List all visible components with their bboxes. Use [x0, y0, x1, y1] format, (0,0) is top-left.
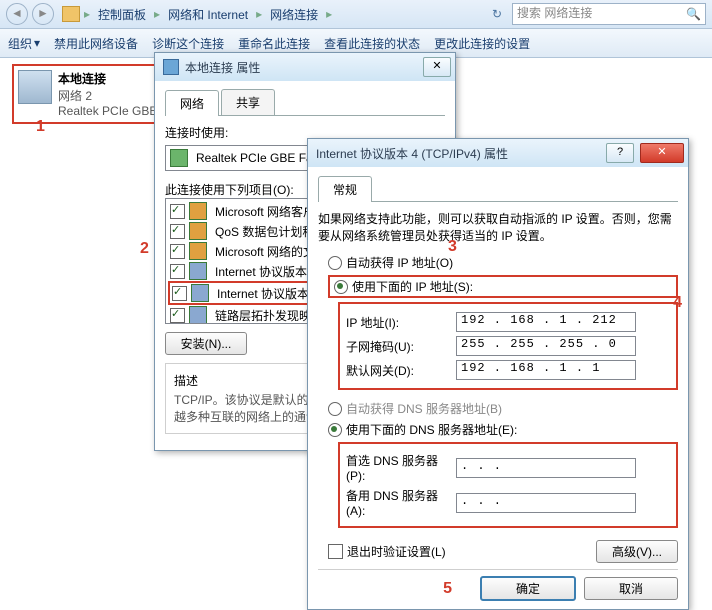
- checkbox-exit-validate[interactable]: [328, 544, 343, 559]
- annotation-3: 3: [448, 238, 457, 256]
- dns2-label: 备用 DNS 服务器(A):: [346, 487, 456, 518]
- dns1-input[interactable]: . . .: [456, 458, 636, 478]
- dns1-label: 首选 DNS 服务器(P):: [346, 452, 456, 483]
- nic-icon: [170, 149, 188, 167]
- gateway-input[interactable]: 192 . 168 . 1 . 1: [456, 360, 636, 380]
- mask-input[interactable]: 255 . 255 . 255 . 0: [456, 336, 636, 356]
- adapter-name: 本地连接: [58, 70, 157, 87]
- folder-icon: [62, 6, 80, 22]
- search-placeholder: 搜索 网络连接: [517, 6, 592, 20]
- address-bar: ◄ ► ▸ 控制面板 ▸ 网络和 Internet ▸ 网络连接 ▸ ↻ 搜索 …: [0, 0, 712, 29]
- crumb-sep[interactable]: ▸: [154, 7, 160, 21]
- cmd-status[interactable]: 查看此连接的状态: [324, 35, 420, 52]
- checkbox[interactable]: [170, 224, 185, 239]
- annotation-1: 1: [36, 118, 45, 136]
- checkbox[interactable]: [170, 264, 185, 279]
- search-input[interactable]: 搜索 网络连接 🔍: [512, 3, 706, 25]
- cmd-rename[interactable]: 重命名此连接: [238, 35, 310, 52]
- close-button[interactable]: ✕: [423, 57, 451, 77]
- cmd-organize[interactable]: 组织 ▾: [8, 35, 40, 52]
- network-adapter-icon: [18, 70, 52, 104]
- tab-general[interactable]: 常规: [318, 176, 372, 202]
- manual-ip-label: 使用下面的 IP 地址(S):: [352, 278, 473, 295]
- protocol-icon: [191, 284, 209, 302]
- adapter-item[interactable]: 本地连接 网络 2 Realtek PCIe GBE: [12, 64, 167, 124]
- fwd-icon[interactable]: ►: [32, 3, 54, 25]
- cmd-change[interactable]: 更改此连接的设置: [434, 35, 530, 52]
- radio-manual-dns[interactable]: [328, 423, 342, 437]
- protocol-icon: [189, 262, 207, 280]
- window-title: 本地连接 属性: [185, 59, 417, 76]
- crumb-sep[interactable]: ▸: [84, 7, 90, 21]
- annotation-4: 4: [673, 294, 682, 312]
- crumb-sep[interactable]: ▸: [256, 7, 262, 21]
- cmd-disable[interactable]: 禁用此网络设备: [54, 35, 138, 52]
- component-icon: [189, 202, 207, 220]
- crumb-control-panel[interactable]: 控制面板: [94, 4, 150, 25]
- chevron-down-icon: ▾: [34, 36, 40, 50]
- crumb-network-connections[interactable]: 网络连接: [266, 4, 322, 25]
- cmd-diagnose[interactable]: 诊断这个连接: [152, 35, 224, 52]
- close-button[interactable]: ✕: [640, 143, 684, 163]
- adapter-device: Realtek PCIe GBE: [58, 104, 157, 118]
- refresh-icon[interactable]: ↻: [486, 7, 508, 21]
- checkbox[interactable]: [170, 244, 185, 259]
- radio-auto-dns: [328, 402, 342, 416]
- component-icon: [189, 242, 207, 260]
- ok-button[interactable]: 确定: [480, 576, 576, 601]
- checkbox[interactable]: [172, 286, 187, 301]
- ip-input[interactable]: 192 . 168 . 1 . 212: [456, 312, 636, 332]
- manual-dns-label: 使用下面的 DNS 服务器地址(E):: [346, 421, 517, 438]
- crumb-sep[interactable]: ▸: [326, 7, 332, 21]
- ipv4-properties-window: Internet 协议版本 4 (TCP/IPv4) 属性 ? ✕ 常规 如果网…: [307, 138, 689, 610]
- checkbox[interactable]: [170, 204, 185, 219]
- mask-label: 子网掩码(U):: [346, 338, 456, 355]
- advanced-button[interactable]: 高级(V)...: [596, 540, 678, 563]
- ip-label: IP 地址(I):: [346, 314, 456, 331]
- protocol-icon: [189, 306, 207, 324]
- auto-dns-label: 自动获得 DNS 服务器地址(B): [346, 400, 502, 417]
- dns2-input[interactable]: . . .: [456, 493, 636, 513]
- back-icon[interactable]: ◄: [6, 3, 28, 25]
- annotation-5: 5: [443, 580, 452, 598]
- component-icon: [189, 222, 207, 240]
- radio-manual-ip[interactable]: [334, 280, 348, 294]
- info-text: 如果网络支持此功能，则可以获取自动指派的 IP 设置。否则，您需要从网络系统管理…: [318, 210, 678, 244]
- search-icon: 🔍: [686, 7, 701, 21]
- window-title: Internet 协议版本 4 (TCP/IPv4) 属性: [316, 145, 600, 162]
- exit-validate-label: 退出时验证设置(L): [347, 543, 446, 560]
- tab-network[interactable]: 网络: [165, 90, 219, 116]
- radio-auto-ip[interactable]: [328, 256, 342, 270]
- help-button[interactable]: ?: [606, 143, 634, 163]
- control-panel-icon: [163, 59, 179, 75]
- tab-sharing[interactable]: 共享: [221, 89, 275, 115]
- cancel-button[interactable]: 取消: [584, 577, 678, 600]
- auto-ip-label: 自动获得 IP 地址(O): [346, 254, 453, 271]
- adapter-network: 网络 2: [58, 87, 157, 104]
- checkbox[interactable]: [170, 308, 185, 323]
- gw-label: 默认网关(D):: [346, 362, 456, 379]
- crumb-network-internet[interactable]: 网络和 Internet: [164, 4, 252, 25]
- annotation-2: 2: [140, 240, 149, 258]
- install-button[interactable]: 安装(N)...: [165, 332, 247, 355]
